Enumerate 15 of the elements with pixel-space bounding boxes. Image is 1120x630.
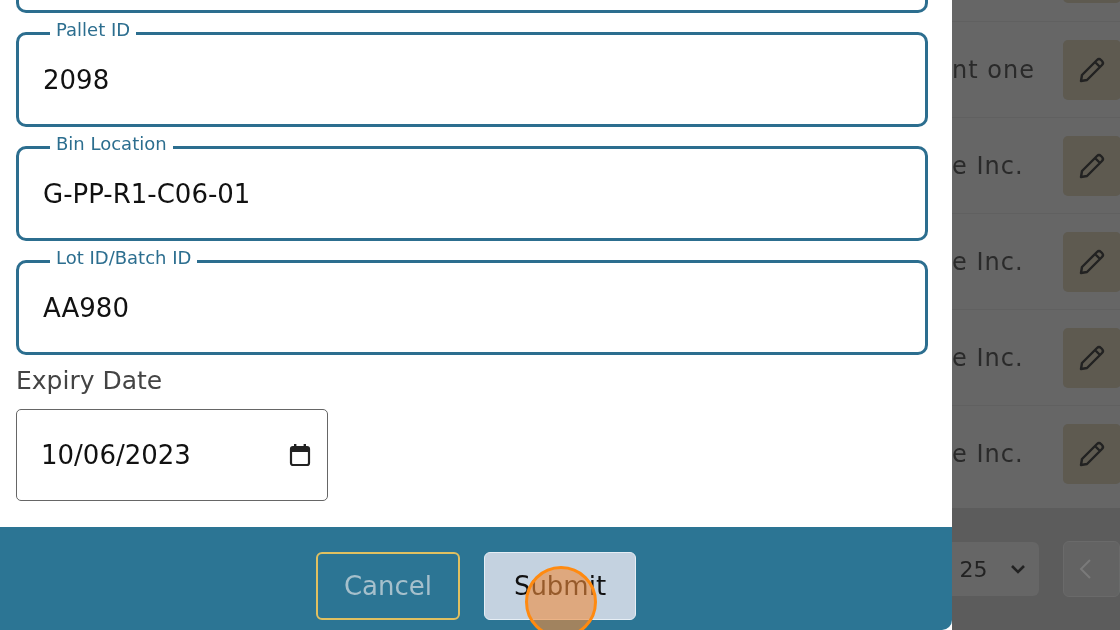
edit-button[interactable]: [1063, 135, 1120, 196]
field-label: Lot ID/Batch ID: [50, 248, 198, 268]
edit-button[interactable]: [1063, 423, 1120, 484]
date-field[interactable]: 10/06/2023: [16, 409, 328, 501]
table-cell: e Inc.: [952, 343, 1024, 372]
table-cell: e Inc.: [952, 151, 1024, 180]
calendar-icon[interactable]: [289, 443, 311, 467]
chevron-down-icon: [1009, 564, 1026, 574]
field-label: Expiry Date: [16, 366, 164, 395]
table-cell: nt one: [952, 55, 1035, 84]
table-cell: e Inc.: [952, 247, 1024, 276]
edit-button[interactable]: [1063, 231, 1120, 292]
edit-button[interactable]: [1063, 327, 1120, 388]
table-cell: e Inc.: [952, 439, 1024, 468]
edit-button[interactable]: [1063, 39, 1120, 100]
